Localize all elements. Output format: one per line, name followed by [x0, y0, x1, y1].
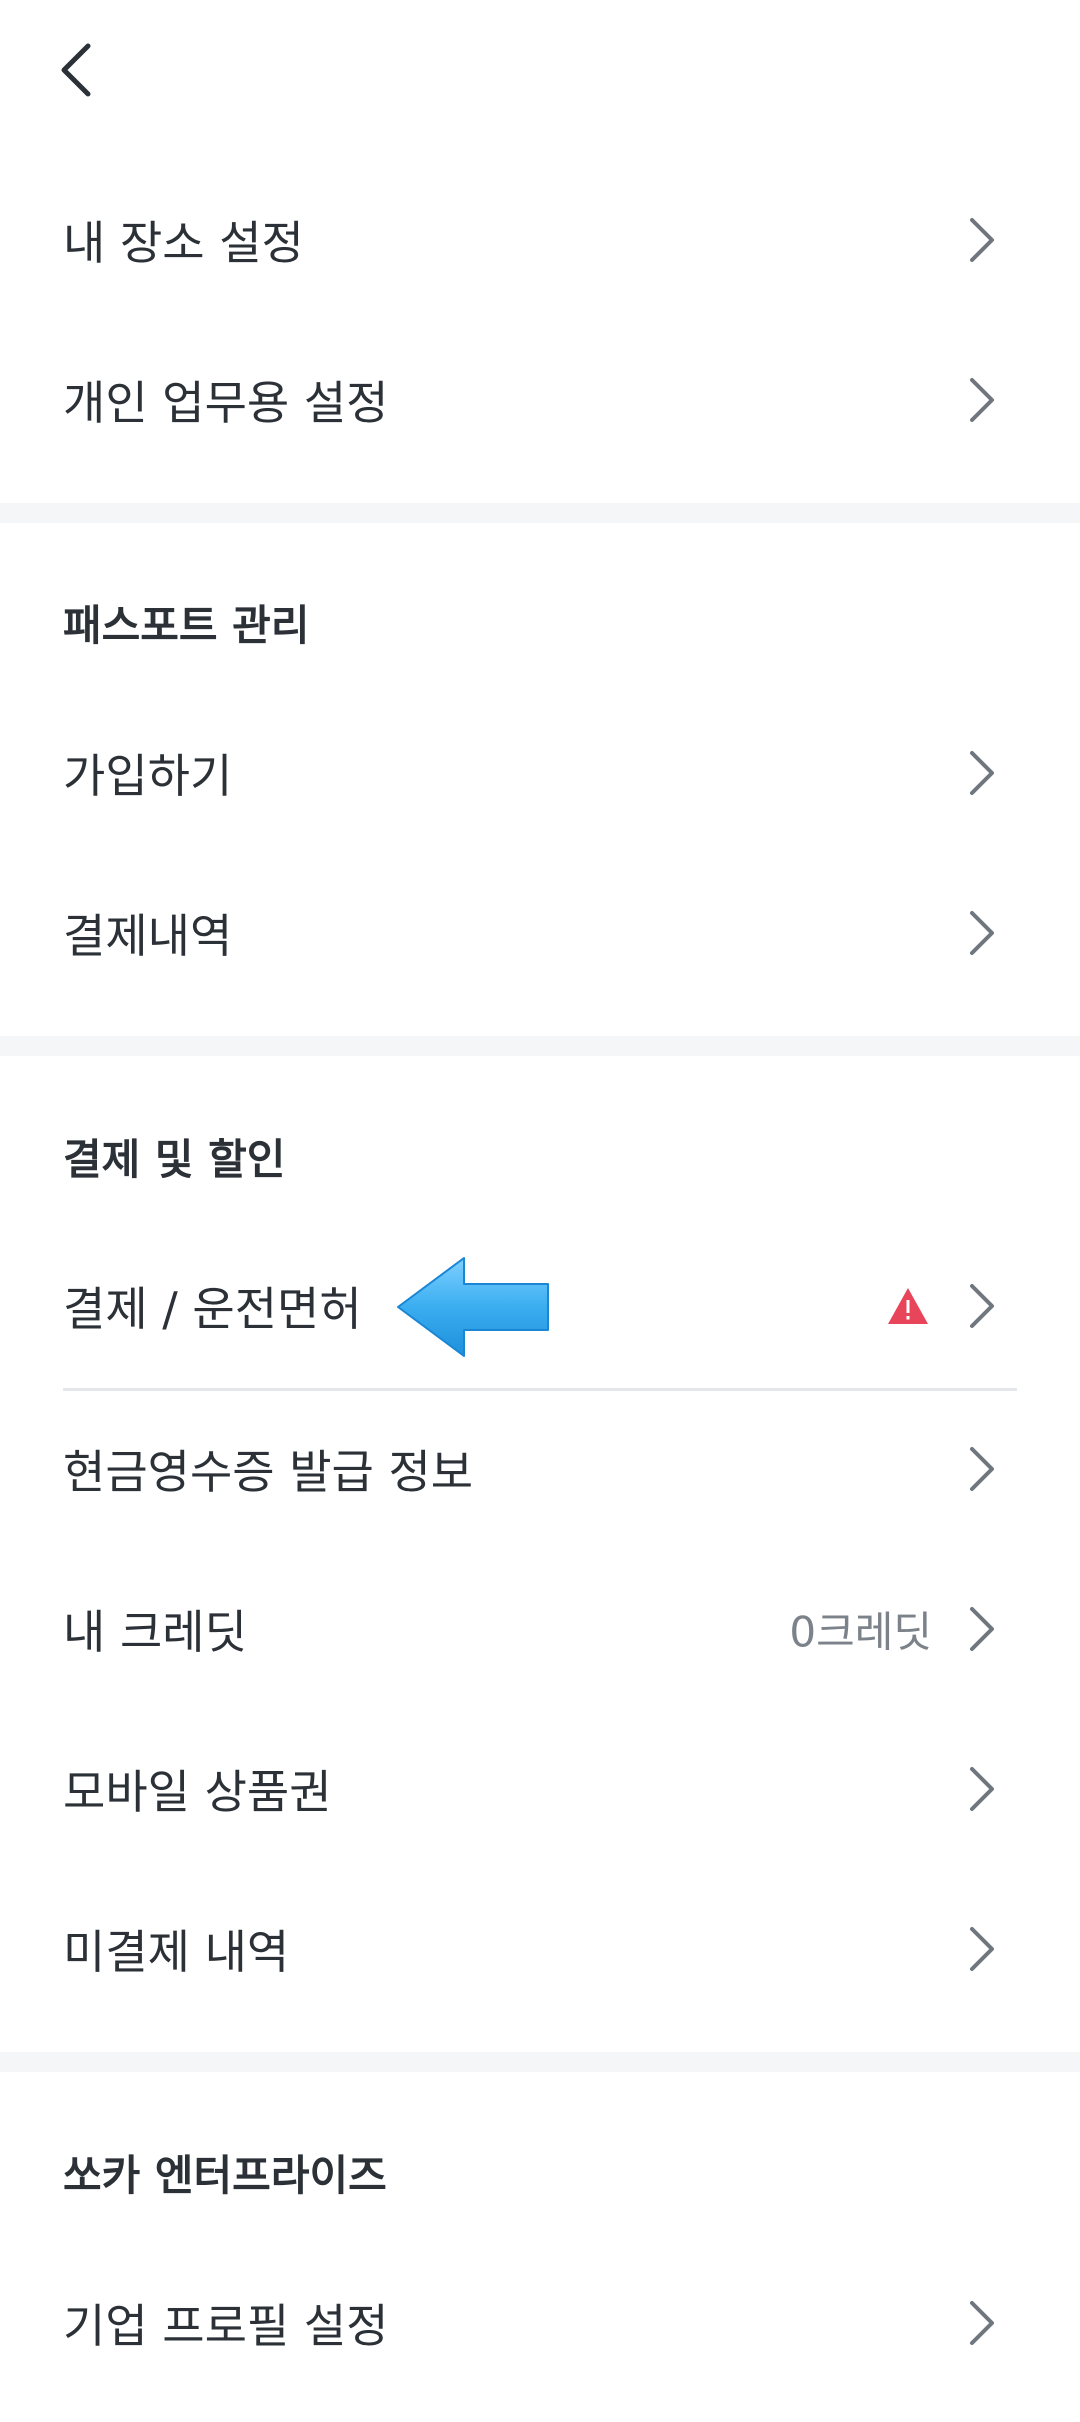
top-bar — [0, 0, 1080, 140]
menu-item-label: 기업 프로필 설정 — [63, 2299, 389, 2353]
menu-item-label: 가입하기 — [63, 749, 233, 803]
menu-item-mobile-voucher[interactable]: 모바일 상품권 — [0, 1709, 1080, 1869]
menu-item-company-profile[interactable]: 기업 프로필 설정 — [0, 2243, 1080, 2403]
menu-item-business-settings[interactable]: 개인 업무용 설정 — [0, 320, 1080, 480]
chevron-right-icon — [970, 751, 994, 795]
credit-value: 0크레딧 — [789, 1607, 932, 1657]
chevron-right-icon — [970, 1927, 994, 1971]
menu-item-label: 내 크레딧 — [63, 1605, 247, 1659]
chevron-right-icon — [970, 218, 994, 262]
chevron-right-icon — [970, 378, 994, 422]
menu-item-cash-receipt[interactable]: 현금영수증 발급 정보 — [0, 1389, 1080, 1549]
section-divider — [0, 503, 1080, 523]
chevron-right-icon — [970, 1284, 994, 1328]
chevron-left-icon — [61, 43, 91, 97]
chevron-right-icon — [970, 911, 994, 955]
menu-item-label: 결제 / 운전면허 — [63, 1282, 362, 1336]
menu-item-label: 결제내역 — [63, 909, 233, 963]
chevron-right-icon — [970, 2301, 994, 2345]
chevron-right-icon — [970, 1447, 994, 1491]
warning-triangle-icon — [888, 1288, 928, 1324]
menu-item-label: 개인 업무용 설정 — [63, 376, 389, 430]
section-title-passport: 패스포트 관리 — [63, 601, 310, 650]
menu-item-label: 미결제 내역 — [63, 1925, 290, 1979]
menu-item-join[interactable]: 가입하기 — [0, 693, 1080, 853]
menu-item-unpaid-history[interactable]: 미결제 내역 — [0, 1869, 1080, 2029]
left-pointing-arrow-icon — [397, 1257, 549, 1357]
menu-item-my-places[interactable]: 내 장소 설정 — [0, 160, 1080, 320]
section-title-payment-discount: 결제 및 할인 — [63, 1135, 286, 1184]
section-divider — [0, 2052, 1080, 2072]
chevron-right-icon — [970, 1607, 994, 1651]
menu-item-payment-history[interactable]: 결제내역 — [0, 853, 1080, 1013]
chevron-right-icon — [970, 1767, 994, 1811]
menu-item-label: 모바일 상품권 — [63, 1765, 332, 1819]
back-button[interactable] — [40, 30, 110, 110]
menu-item-label: 내 장소 설정 — [63, 216, 304, 270]
section-divider — [0, 1036, 1080, 1056]
menu-item-my-credit[interactable]: 내 크레딧 0크레딧 — [0, 1549, 1080, 1709]
section-title-enterprise: 쏘카 엔터프라이즈 — [63, 2151, 387, 2200]
menu-item-label: 현금영수증 발급 정보 — [63, 1445, 474, 1499]
